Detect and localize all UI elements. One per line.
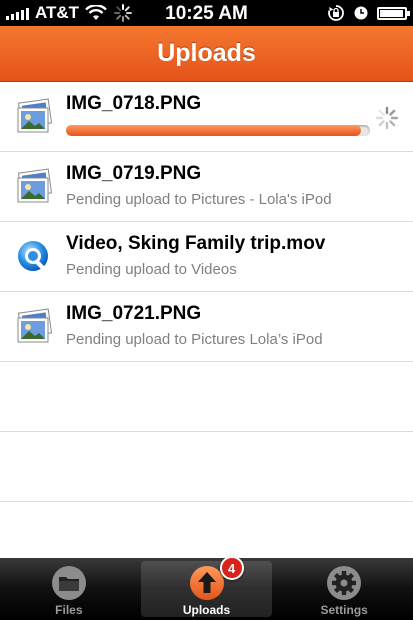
battery-icon	[377, 6, 410, 20]
file-name: IMG_0719.PNG	[66, 163, 202, 184]
status-bar: AT&T 10:25 AM	[0, 0, 413, 26]
alarm-clock-icon	[354, 6, 368, 20]
upload-list[interactable]: IMG_0718.PNG IMG_0719.PNG Pending upload…	[0, 82, 413, 558]
tab-label: Settings	[320, 603, 368, 617]
image-file-icon	[17, 168, 53, 203]
tab-label: Files	[55, 603, 83, 617]
empty-row	[0, 362, 413, 432]
upload-row-img-0719[interactable]: IMG_0719.PNG Pending upload to Pictures …	[0, 152, 413, 222]
uploads-count-badge: 4	[219, 556, 244, 580]
upload-progress-bar	[66, 125, 370, 136]
upload-row-img-0721[interactable]: IMG_0721.PNG Pending upload to Pictures …	[0, 292, 413, 362]
loading-spinner-icon	[375, 106, 399, 130]
upload-row-img-0718[interactable]: IMG_0718.PNG	[0, 82, 413, 152]
rotation-lock-icon	[328, 5, 344, 21]
image-file-icon	[17, 308, 53, 343]
file-name: IMG_0718.PNG	[66, 93, 202, 114]
page-title: Uploads	[157, 39, 256, 67]
upload-row-video[interactable]: Video, Sking Family trip.mov Pending upl…	[0, 222, 413, 292]
tab-bar: Files 4 Uploads Settings	[0, 556, 413, 620]
file-name: Video, Sking Family trip.mov	[66, 233, 326, 254]
upload-arrow-icon	[189, 566, 224, 600]
upload-status: Pending upload to Pictures - Lola's iPod	[66, 191, 332, 208]
file-name: IMG_0721.PNG	[66, 303, 202, 324]
upload-progress-fill	[66, 125, 361, 136]
upload-status: Pending upload to Pictures Lola’s iPod	[66, 331, 323, 348]
gear-icon	[327, 566, 362, 600]
tab-label: Uploads	[182, 603, 231, 617]
tab-files[interactable]: Files	[0, 558, 138, 620]
folder-icon	[51, 566, 86, 600]
navigation-bar: Uploads	[0, 26, 413, 82]
tab-settings[interactable]: Settings	[275, 558, 413, 620]
image-file-icon	[17, 98, 53, 133]
tab-uploads[interactable]: 4 Uploads	[138, 556, 276, 620]
empty-row	[0, 502, 413, 558]
upload-status: Pending upload to Videos	[66, 261, 237, 278]
quicktime-icon	[18, 241, 48, 271]
empty-row	[0, 432, 413, 502]
